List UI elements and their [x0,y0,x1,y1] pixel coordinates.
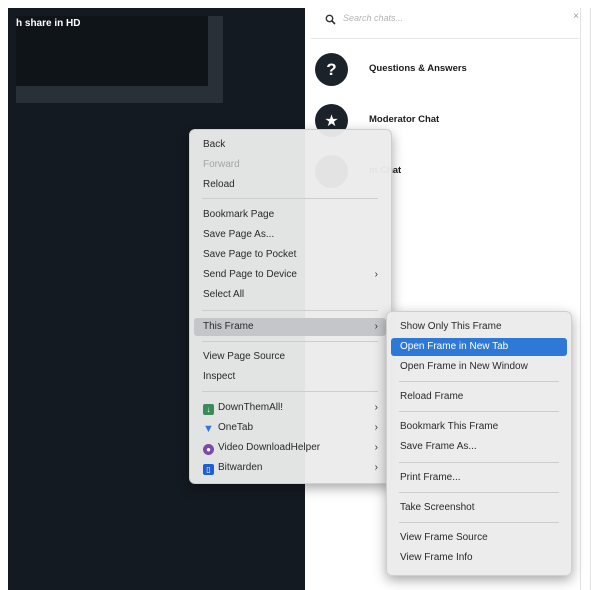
bitwarden-icon: ▯ [203,464,214,475]
menu-item-downthemall[interactable]: ↓ DownThemAll! › [194,399,386,417]
menu-item-video-downloadhelper[interactable]: ● Video DownloadHelper › [194,439,386,457]
menu-item-inspect[interactable]: Inspect [194,368,386,386]
screen: h share in HD Search chats... × ? Questi… [0,0,600,590]
menu-item-label: Bookmark This Frame [400,421,499,432]
menu-item-label: Print Frame... [400,472,461,483]
menu-item-label: DownThemAll! [218,402,284,413]
panel-divider [590,8,591,590]
menu-item-label: Save Page As... [203,229,275,240]
chat-item-label: Moderator Chat [369,114,440,125]
menu-item-label: This Frame [203,321,254,332]
menu-separator [399,381,559,382]
chat-search-box[interactable]: Search chats... × [311,8,579,39]
menu-item-label: View Frame Source [400,532,488,543]
menu-item-label: Select All [203,289,245,300]
menu-item-show-only-this-frame[interactable]: Show Only This Frame [391,318,567,336]
search-input[interactable]: Search chats... [343,13,403,23]
video-overlay-border [16,86,223,103]
context-menu: Back Forward Reload Bookmark Page Save P… [189,129,392,484]
close-icon[interactable]: × [573,11,579,22]
menu-separator [202,310,378,311]
chevron-right-icon: › [374,269,378,280]
menu-item-label: Bookmark Page [203,209,275,220]
menu-item-label: Reload [203,179,235,190]
menu-separator [399,462,559,463]
menu-item-onetab[interactable]: ▼ OneTab › [194,419,386,437]
menu-item-label: Save Frame As... [400,441,477,452]
chevron-right-icon: › [374,462,378,473]
menu-item-label: Video DownloadHelper [218,442,321,453]
menu-item-bitwarden[interactable]: ▯ Bitwarden › [194,459,386,477]
menu-item-label: Open Frame in New Tab [400,341,509,352]
menu-item-bookmark-page[interactable]: Bookmark Page [194,206,386,224]
chevron-right-icon: › [374,321,378,332]
menu-item-view-frame-source[interactable]: View Frame Source [391,529,567,547]
menu-item-take-screenshot[interactable]: Take Screenshot [391,499,567,517]
menu-item-label: Show Only This Frame [400,321,502,332]
menu-item-label: Take Screenshot [400,502,475,513]
menu-separator [202,198,378,199]
chat-item-label: Questions & Answers [369,63,467,74]
chevron-right-icon: › [374,422,378,433]
menu-item-save-frame-as[interactable]: Save Frame As... [391,438,567,456]
menu-item-send-to-device[interactable]: Send Page to Device › [194,266,386,284]
menu-item-reload[interactable]: Reload [194,176,386,194]
chevron-right-icon: › [374,442,378,453]
menu-item-label: Send Page to Device [203,269,297,280]
menu-item-this-frame[interactable]: This Frame › [194,318,386,336]
menu-item-label: OneTab [218,422,254,433]
video-overlay-frame [16,16,223,103]
menu-item-view-frame-info[interactable]: View Frame Info [391,549,567,567]
menu-item-save-to-pocket[interactable]: Save Page to Pocket [194,246,386,264]
menu-separator [202,341,378,342]
menu-item-label: Save Page to Pocket [203,249,297,260]
menu-item-label: View Page Source [203,351,286,362]
menu-item-label: Open Frame in New Window [400,361,528,372]
menu-item-label: Inspect [203,371,236,382]
menu-item-label: Back [203,139,226,150]
menu-item-select-all[interactable]: Select All [194,286,386,304]
downthemall-icon: ↓ [203,404,214,415]
frame-submenu: Show Only This Frame Open Frame in New T… [386,311,572,576]
question-icon: ? [315,53,348,86]
menu-separator [399,522,559,523]
video-title: h share in HD [16,18,81,29]
video-downloadhelper-icon: ● [203,444,214,455]
menu-separator [202,391,378,392]
onetab-icon: ▼ [203,423,214,435]
menu-separator [399,411,559,412]
menu-item-back[interactable]: Back [194,136,386,154]
menu-item-view-page-source[interactable]: View Page Source [194,348,386,366]
menu-item-save-page-as[interactable]: Save Page As... [194,226,386,244]
menu-item-print-frame[interactable]: Print Frame... [391,469,567,487]
menu-item-forward: Forward [194,156,386,174]
menu-item-label: Reload Frame [400,391,464,402]
menu-item-open-frame-new-window[interactable]: Open Frame in New Window [391,358,567,376]
menu-item-open-frame-new-tab[interactable]: Open Frame in New Tab [391,338,567,356]
search-icon [325,14,337,28]
menu-item-label: View Frame Info [400,552,473,563]
chat-item-questions[interactable]: ? Questions & Answers [315,53,575,87]
menu-item-label: Forward [203,159,240,170]
menu-item-bookmark-this-frame[interactable]: Bookmark This Frame [391,418,567,436]
menu-item-label: Bitwarden [218,462,263,473]
menu-item-reload-frame[interactable]: Reload Frame [391,388,567,406]
menu-separator [399,492,559,493]
chevron-right-icon: › [374,402,378,413]
